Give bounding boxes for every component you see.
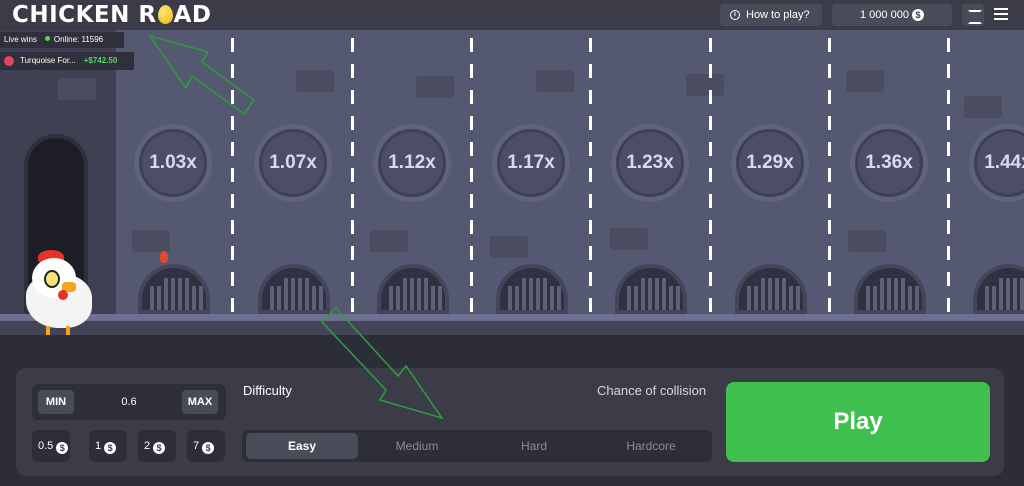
collision-chance-label: Chance of collision <box>597 383 707 398</box>
difficulty-label: Difficulty <box>243 383 292 398</box>
fullscreen-icon[interactable] <box>962 4 984 26</box>
road-base <box>0 321 1024 335</box>
wall-brick <box>416 76 454 98</box>
sewer-grate <box>377 264 449 314</box>
wall-brick <box>686 74 724 96</box>
multiplier-coin[interactable]: 1.44x <box>969 124 1024 202</box>
sewer-grate <box>735 264 807 314</box>
win-amount: +$742.50 <box>83 56 118 65</box>
min-bet-button[interactable]: MIN <box>38 390 74 414</box>
lane-divider <box>351 38 354 314</box>
sewer-grate <box>615 264 687 314</box>
bet-amount-box: MIN 0.6 MAX <box>32 384 226 420</box>
lane-divider <box>828 38 831 314</box>
multiplier-coin[interactable]: 1.17x <box>492 124 570 202</box>
lane-divider <box>709 38 712 314</box>
sewer-grate <box>258 264 330 314</box>
dollar-coin-icon: $ <box>104 442 117 454</box>
dollar-coin-icon: $ <box>56 442 69 454</box>
recent-win-row: Turquoise For... +$742.50 <box>0 52 134 70</box>
difficulty-easy[interactable]: Easy <box>246 433 358 459</box>
wall-brick <box>610 228 648 250</box>
lane-divider <box>589 38 592 314</box>
lane-divider <box>470 38 473 314</box>
multiplier-coin[interactable]: 1.36x <box>850 124 928 202</box>
live-wins-bar: Live wins Online: 11596 <box>0 32 124 48</box>
flame-icon <box>160 251 168 263</box>
hamburger-menu-icon[interactable] <box>994 8 1008 20</box>
max-bet-button[interactable]: MAX <box>182 390 218 414</box>
info-icon: i <box>730 10 740 20</box>
quick-bet-button[interactable]: 7 $ <box>187 430 225 462</box>
difficulty-hardcore[interactable]: Hardcore <box>595 433 707 459</box>
dollar-coin-icon: $ <box>202 442 215 454</box>
chicken-character <box>22 248 96 335</box>
multiplier-coin[interactable]: 1.29x <box>731 124 809 202</box>
online-count: Online: 11596 <box>53 35 104 44</box>
dollar-coin-icon: $ <box>912 9 924 21</box>
difficulty-medium[interactable]: Medium <box>361 433 473 459</box>
sewer-grate <box>854 264 926 314</box>
game-scene: 1.03x 1.07x 1.12x 1.17x 1.23x 1.29x 1.36… <box>0 30 1024 335</box>
wall-brick <box>964 96 1002 118</box>
sewer-grate <box>138 264 210 314</box>
game-logo: CHICKEN R AD <box>12 2 212 28</box>
how-to-play-button[interactable]: i How to play? <box>720 4 822 26</box>
difficulty-selector: Easy Medium Hard Hardcore <box>242 430 712 462</box>
multiplier-coin[interactable]: 1.12x <box>373 124 451 202</box>
multiplier-coin[interactable]: 1.03x <box>134 124 212 202</box>
lane-divider <box>231 38 234 314</box>
online-dot-icon <box>44 36 50 41</box>
top-bar: CHICKEN R AD i How to play? 1 000 000 $ <box>0 0 1024 30</box>
bet-amount-input[interactable]: 0.6 <box>102 390 156 414</box>
quick-bet-button[interactable]: 0.5 $ <box>32 430 70 462</box>
wall-brick <box>58 78 96 100</box>
win-player-name: Turquoise For... <box>20 56 76 65</box>
dollar-coin-icon: $ <box>153 442 166 454</box>
wall-brick <box>846 70 884 92</box>
player-avatar <box>4 56 14 66</box>
road-floor <box>0 314 1024 321</box>
multiplier-coin[interactable]: 1.23x <box>611 124 689 202</box>
lane-divider <box>947 38 950 314</box>
live-wins-label: Live wins <box>4 35 37 44</box>
wall-brick <box>848 230 886 252</box>
wall-brick <box>370 230 408 252</box>
wall-brick <box>536 70 574 92</box>
quick-bet-button[interactable]: 2 $ <box>138 430 176 462</box>
difficulty-hard[interactable]: Hard <box>478 433 590 459</box>
balance-value: 1 000 000 <box>860 9 909 21</box>
golden-egg-icon <box>157 5 173 24</box>
quick-bet-button[interactable]: 1 $ <box>89 430 127 462</box>
wall-brick <box>132 230 170 252</box>
sewer-grate <box>496 264 568 314</box>
play-button[interactable]: Play <box>726 382 990 462</box>
balance-display: 1 000 000 $ <box>832 4 952 26</box>
sewer-grate <box>973 264 1024 314</box>
how-to-play-label: How to play? <box>746 9 810 21</box>
wall-brick <box>490 236 528 258</box>
wall-brick <box>296 70 334 92</box>
multiplier-coin[interactable]: 1.07x <box>254 124 332 202</box>
